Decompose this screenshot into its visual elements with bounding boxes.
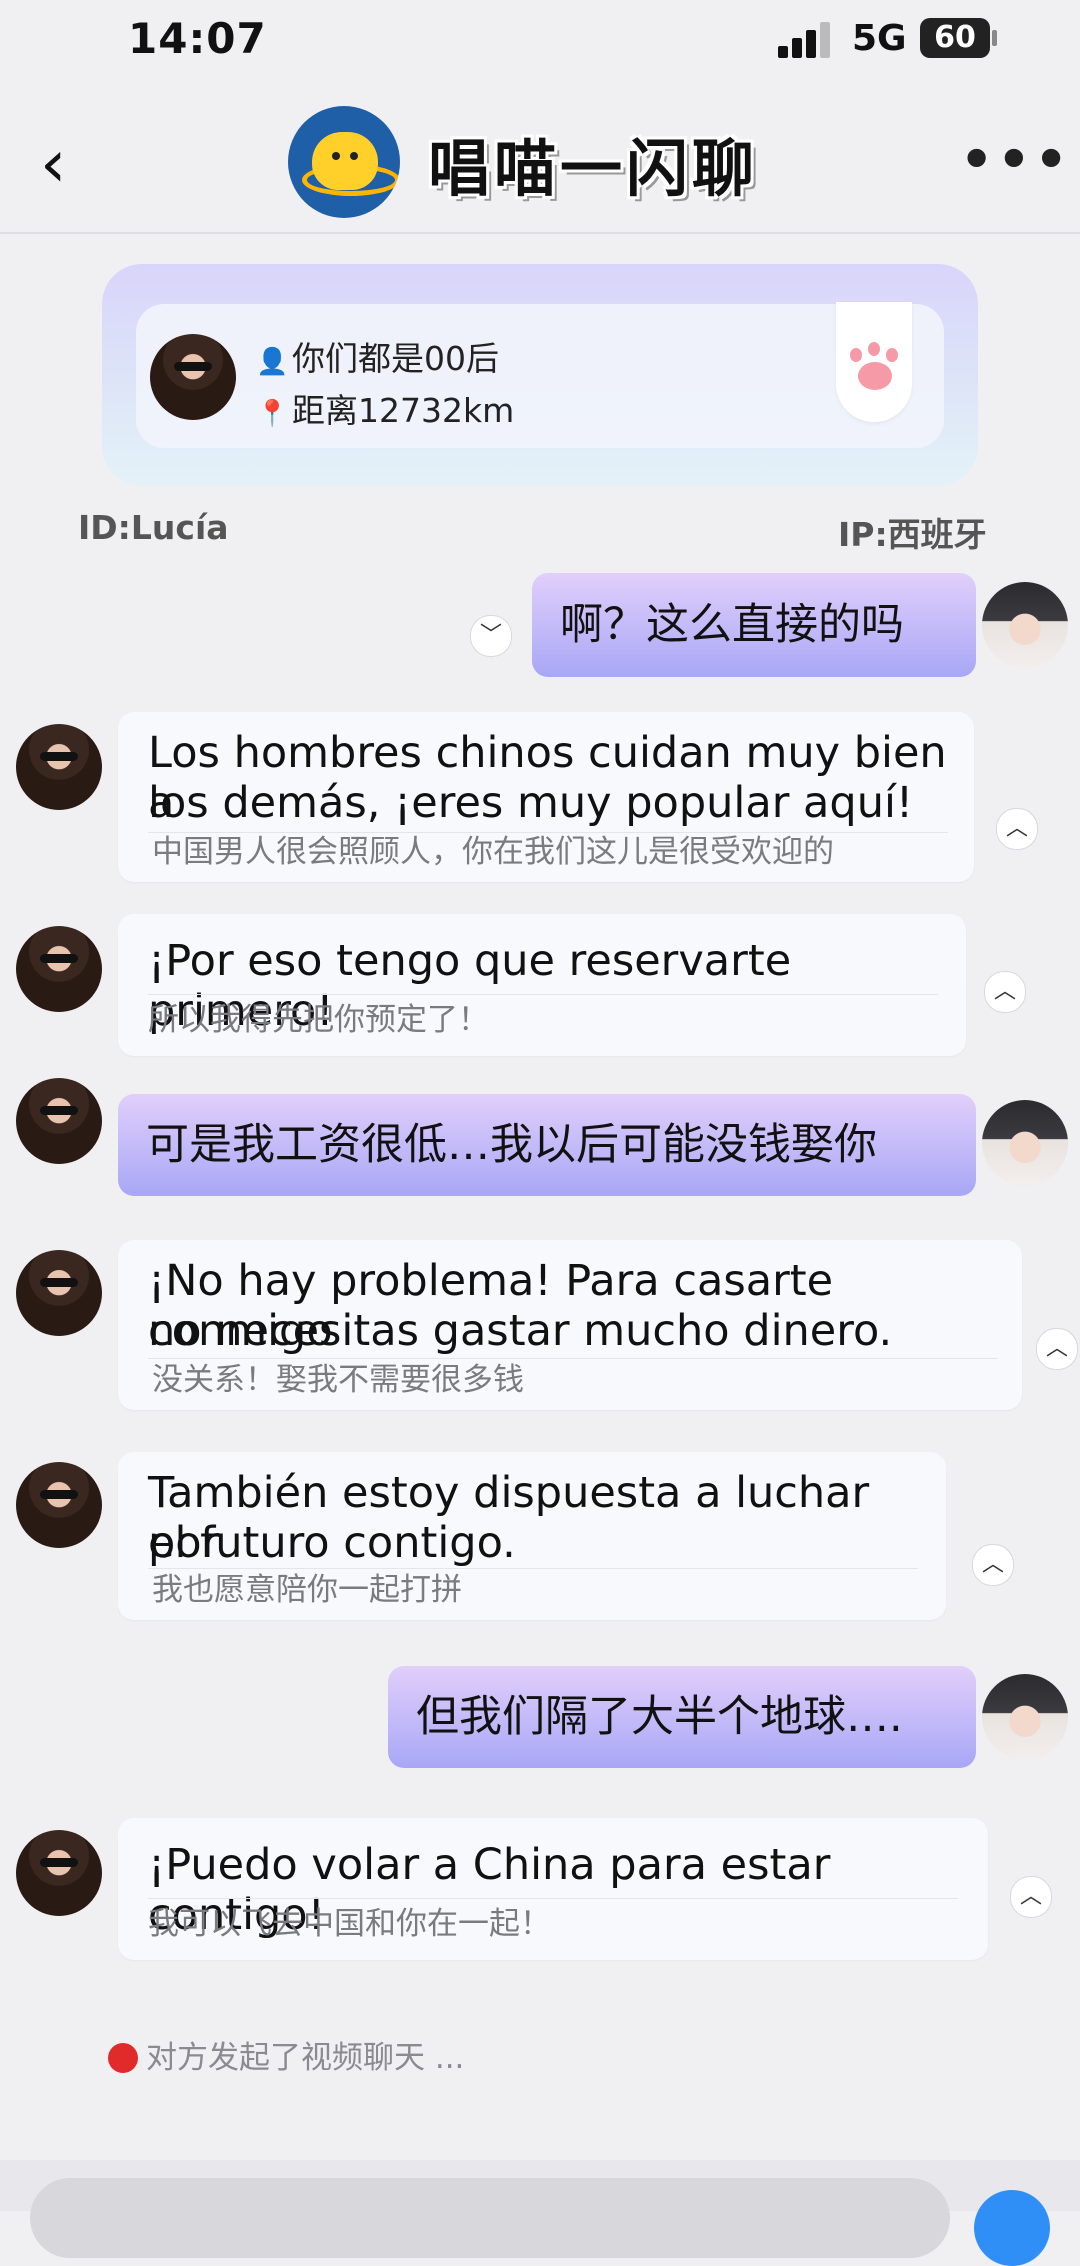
send-button[interactable] [974,2190,1050,2266]
partner-avatar[interactable] [16,724,102,810]
partner-id: ID:Lucía [78,508,229,547]
chevron-down-icon[interactable]: ﹀ [470,615,512,657]
chevron-up-icon[interactable]: ︿ [1036,1328,1078,1370]
message-input[interactable] [30,2178,950,2258]
match-card[interactable]: 👤 你们都是00后 📍 距离12732km [102,264,978,486]
message-text: 啊？这么直接的吗 [560,600,904,650]
translation-text: 没关系！娶我不需要很多钱 [152,1362,524,1398]
message-text: no necesitas gastar mucho dinero. [148,1306,893,1356]
record-dot-icon [108,2043,138,2073]
message-bubble-in[interactable]: También estoy dispuesta a luchar por el … [118,1452,946,1620]
more-icon[interactable]: ••• [960,130,1072,190]
message-bubble-out[interactable]: 但我们隔了大半个地球…. [388,1666,976,1768]
age-row: 👤 你们都是00后 [256,332,499,380]
divider [148,994,938,995]
my-avatar[interactable] [982,1100,1068,1186]
partner-ip: IP:西班牙 [838,515,987,554]
partner-avatar[interactable] [16,1462,102,1548]
app-logo [288,106,400,218]
back-icon[interactable]: ‹ [40,131,80,197]
divider [148,1898,958,1899]
status-time: 14:07 [128,14,267,63]
partner-avatar[interactable] [150,334,236,420]
chevron-up-icon[interactable]: ︿ [972,1544,1014,1586]
translation-text: 我也愿意陪你一起打拼 [152,1572,462,1608]
person-icon: 👤 [256,347,289,377]
app-header: ‹ 唱喵一闪聊 ••• [0,90,1080,234]
chevron-up-icon[interactable]: ︿ [1010,1876,1052,1918]
translation-text: 中国男人很会照顾人，你在我们这儿是很受欢迎的 [152,834,834,870]
message-text: el futuro contigo. [148,1518,516,1568]
notice-text: 对方发起了视频聊天 ... [146,2040,465,2076]
message-bubble-in[interactable]: ¡No hay problema! Para casarte conmigo n… [118,1240,1022,1410]
paw-icon [836,302,912,422]
message-text: 但我们隔了大半个地球…. [416,1692,903,1742]
my-avatar[interactable] [982,1674,1068,1760]
partner-avatar[interactable] [16,1250,102,1336]
chevron-up-icon[interactable]: ︿ [984,971,1026,1013]
network-type: 5G [852,18,907,59]
message-bubble-in[interactable]: ¡Por eso tengo que reservarte primero! 所… [118,914,966,1056]
video-call-notice[interactable]: 对方发起了视频聊天 ... [108,2032,464,2077]
translation-text: 我可以飞去中国和你在一起！ [148,1906,551,1942]
distance-row: 📍 距离12732km [256,384,514,432]
message-bubble-in[interactable]: Los hombres chinos cuidan muy bien a los… [118,712,974,882]
translation-text: 所以我得先把你预定了！ [148,1002,489,1038]
message-text: los demás, ¡eres muy popular aquí! [148,778,914,828]
distance-text: 距离12732km [292,391,515,430]
page-title: 唱喵一闪聊 [428,132,759,205]
message-bubble-out[interactable]: 啊？这么直接的吗 [532,573,976,677]
partner-avatar[interactable] [16,1078,102,1164]
divider [148,1568,918,1569]
message-text: 可是我工资很低…我以后可能没钱娶你 [146,1120,877,1170]
location-icon: 📍 [256,399,289,429]
partner-avatar[interactable] [16,926,102,1012]
signal-icon [778,22,834,58]
message-bubble-in[interactable]: ¡Puedo volar a China para estar contigo!… [118,1818,988,1960]
chevron-up-icon[interactable]: ︿ [996,808,1038,850]
battery-cap [992,30,997,46]
message-bubble-out[interactable]: 可是我工资很低…我以后可能没钱娶你 [118,1094,976,1196]
battery-icon: 60 [920,18,990,58]
divider [148,1358,998,1359]
match-card-inner: 👤 你们都是00后 📍 距离12732km [136,302,944,448]
my-avatar[interactable] [982,582,1068,668]
age-text: 你们都是00后 [292,339,499,378]
partner-avatar[interactable] [16,1830,102,1916]
